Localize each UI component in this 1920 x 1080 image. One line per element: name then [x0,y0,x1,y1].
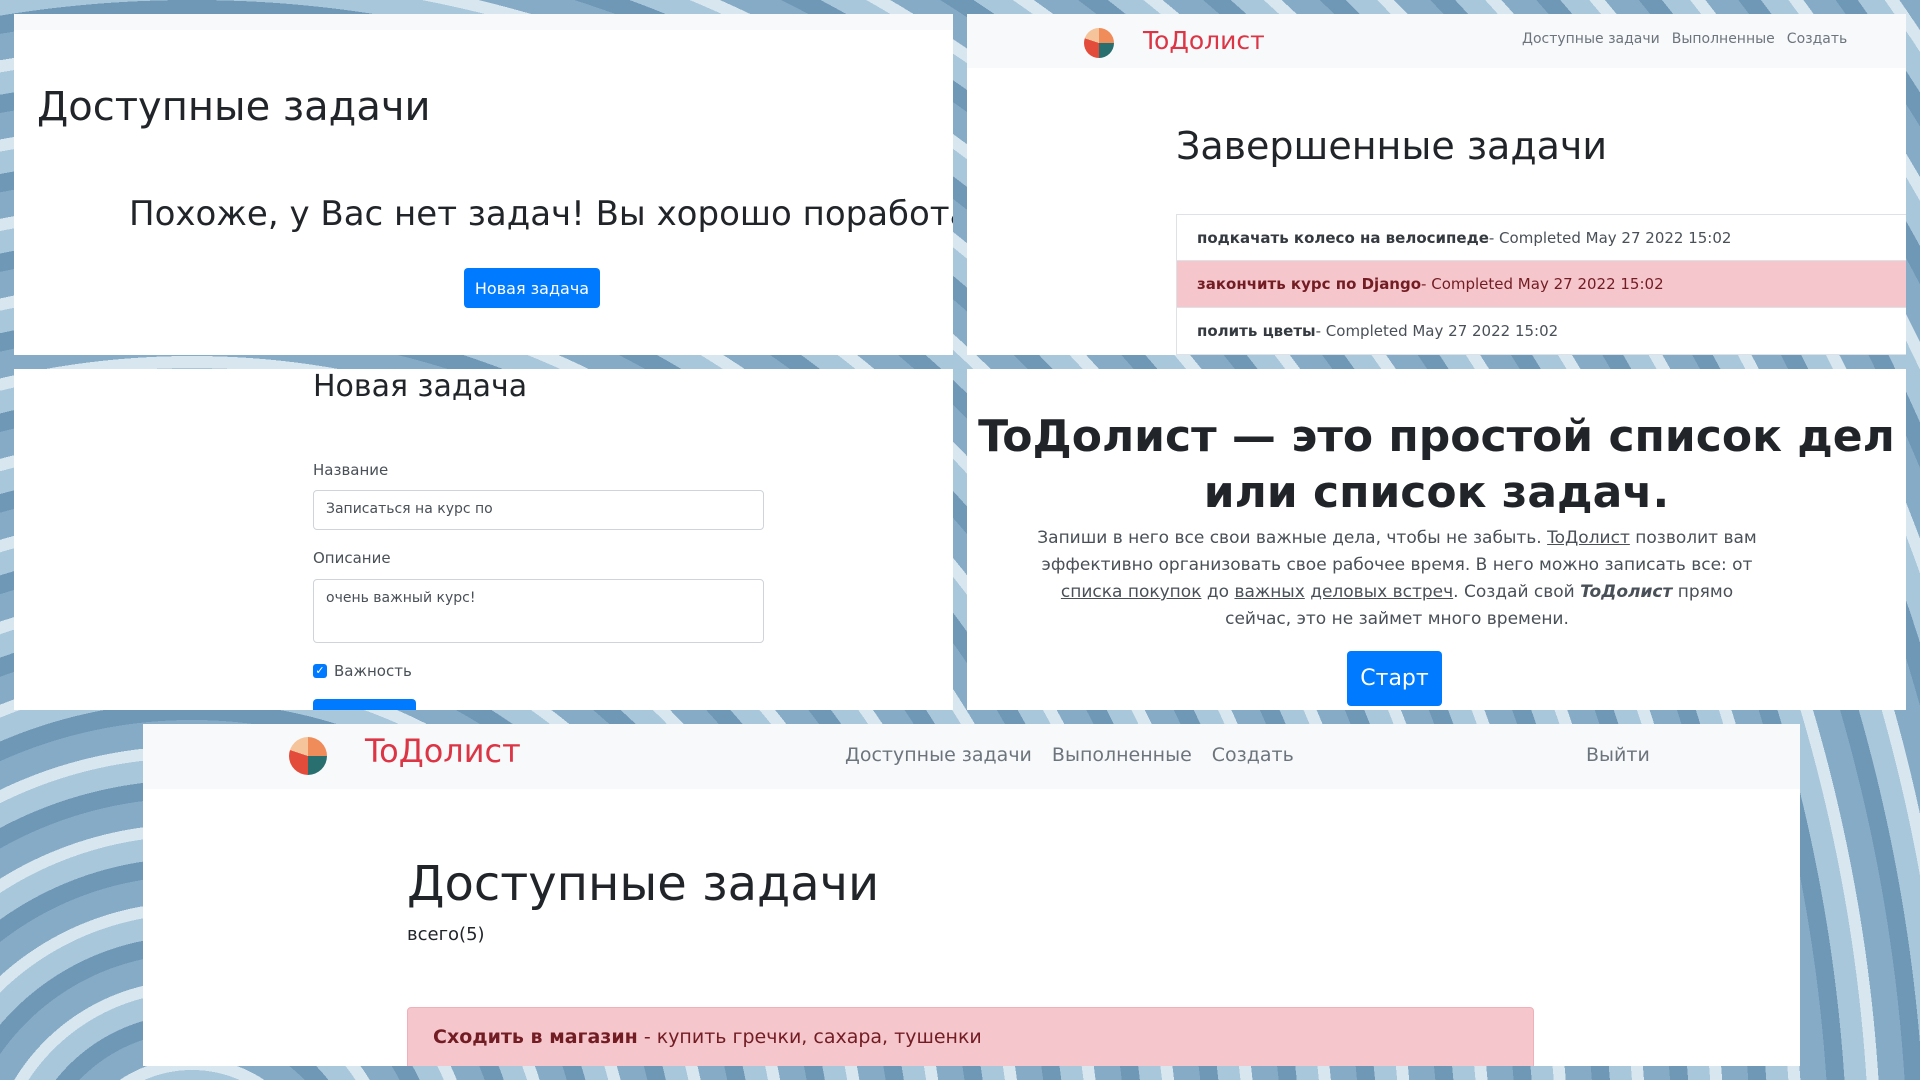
link-important[interactable]: важных [1234,582,1304,602]
logout-link[interactable]: Выйти [1586,744,1650,766]
nav-create[interactable]: Создать [1212,744,1294,766]
navbar: ToДолист Доступные задачи Выполненные Со… [143,724,1800,789]
nav-create[interactable]: Создать [1787,31,1847,47]
nav-completed[interactable]: Выполненные [1672,31,1775,47]
screenshot-new-task: Новая задача Название Записаться на курс… [14,369,953,710]
task-status: - Completed May 27 2022 15:02 [1421,275,1664,293]
name-label: Название [313,461,389,479]
task-desc: - купить гречки, сахара, тушенки [637,1026,982,1048]
task-status: - Completed May 27 2022 15:02 [1488,228,1732,247]
nav-links: Доступные задачи Выполненные Создать [845,744,1294,766]
task-name: подкачать колесо на велосипеде [1197,228,1489,247]
headline: ToДолист — это простой список дел или сп… [978,411,1895,518]
task-name: полить цветы [1197,322,1316,340]
description-label: Описание [313,549,391,567]
brand-emphasis: ToДолист [1580,582,1673,602]
page-title: Доступные задачи [37,84,431,130]
task-count: всего(5) [407,924,485,945]
nav-completed[interactable]: Выполненные [1052,744,1192,766]
list-item[interactable]: полить цветы - Completed May 27 2022 15:… [1176,308,1906,355]
navbar-strip [14,14,953,30]
page-title: Завершенные задачи [1176,124,1608,168]
screenshot-available-tasks: ToДолист Доступные задачи Выполненные Со… [143,724,1800,1066]
intro-text: Запиши в него все свои важные дела, чтоб… [1032,525,1762,633]
checkbox-icon[interactable]: ✓ [313,664,327,678]
description-field[interactable]: очень важный курс! [313,579,764,643]
logo-icon[interactable] [289,737,327,775]
link-shopping[interactable]: списка покупок [1061,582,1202,602]
brand-link[interactable]: ToДолист [365,732,521,770]
task-name: Сходить в магазин [433,1026,638,1048]
new-task-button[interactable]: Новая задача [464,268,600,308]
task-name: закончить курс по Django [1197,275,1422,293]
screenshot-landing: ToДолист — это простой список дел или сп… [967,369,1906,710]
nav-available[interactable]: Доступные задачи [845,744,1032,766]
text: до [1201,582,1235,602]
text: Запиши в него все свои важные дела, чтоб… [1037,528,1548,548]
start-button[interactable]: Старт [1347,651,1442,706]
name-field[interactable]: Записаться на курс по [313,490,764,530]
page-title: Новая задача [313,369,528,404]
empty-message: Похоже, у Вас нет задач! Вы хорошо пораб… [129,194,953,234]
link-todolist[interactable]: ToДолист [1547,528,1630,548]
submit-button[interactable] [313,699,416,710]
navbar: ToДолист Доступные задачи Выполненные Со… [967,14,1906,68]
task-status: - Completed May 27 2022 15:02 [1315,322,1559,340]
list-item[interactable]: подкачать колесо на велосипеде - Complet… [1176,214,1906,261]
completed-list: подкачать колесо на велосипеде - Complet… [1176,214,1906,355]
logo-icon[interactable] [1084,28,1114,58]
importance-checkbox-row[interactable]: ✓ Важность [313,662,412,680]
list-item[interactable]: закончить курс по Django - Completed May… [1176,261,1906,308]
page-title: Доступные задачи [407,856,880,912]
importance-label: Важность [334,662,412,680]
screenshot-completed: ToДолист Доступные задачи Выполненные Со… [967,14,1906,355]
brand-link[interactable]: ToДолист [1143,26,1265,55]
task-item[interactable]: Сходить в магазин - купить гречки, сахар… [407,1007,1534,1066]
text: . Создай свой [1453,582,1581,602]
nav-links: Доступные задачи Выполненные Создать [1522,31,1847,47]
screenshot-available-empty: Доступные задачи Похоже, у Вас нет задач… [14,14,953,355]
nav-available[interactable]: Доступные задачи [1522,31,1660,47]
link-meetings[interactable]: деловых встреч [1310,582,1453,602]
